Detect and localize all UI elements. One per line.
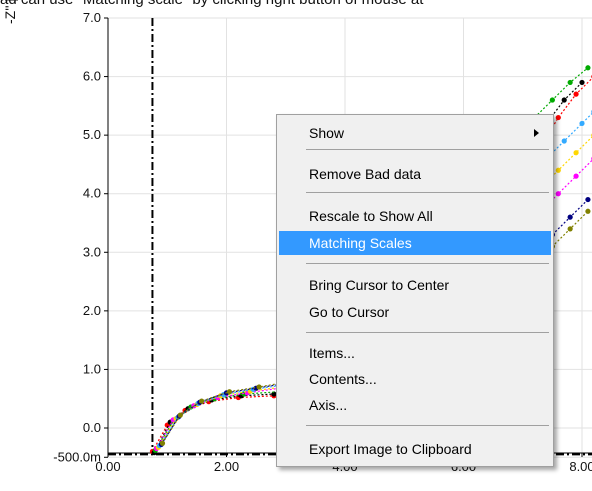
y-tick-label: 7.0	[83, 10, 101, 25]
menu-separator	[306, 332, 549, 333]
context-menu: Show Remove Bad data Rescale to Show All…	[276, 114, 554, 467]
data-point	[567, 79, 573, 86]
y-tick-label: -500.0m	[53, 449, 101, 464]
data-point	[567, 214, 573, 220]
data-point	[199, 398, 205, 404]
menu-item-label: Remove Bad data	[309, 166, 422, 182]
y-tick-label: 1.0	[83, 361, 101, 376]
y-tick-label: 2.0	[83, 303, 101, 318]
menu-separator	[306, 149, 549, 150]
y-tick-label: 4.0	[83, 186, 101, 201]
menu-item-export-image-to-clipboard[interactable]: Export Image to Clipboard	[279, 437, 551, 461]
menu-item-matching-scales[interactable]: Matching Scales	[279, 231, 551, 255]
menu-item-items[interactable]: Items...	[279, 341, 551, 365]
y-tick-label: 0.0	[83, 420, 101, 435]
x-tick-label: 2.00	[214, 459, 239, 474]
data-point	[573, 91, 579, 97]
menu-item-rescale-to-show-all[interactable]: Rescale to Show All	[279, 204, 551, 228]
submenu-arrow-icon	[534, 129, 539, 137]
menu-item-label: Matching Scales	[309, 235, 412, 251]
menu-item-label: Go to Cursor	[309, 304, 390, 320]
menu-item-label: Rescale to Show All	[309, 208, 433, 224]
data-point	[555, 114, 561, 121]
menu-item-remove-bad-data[interactable]: Remove Bad data	[279, 162, 551, 186]
data-point	[573, 173, 579, 179]
y-tick-label: 5.0	[83, 127, 101, 142]
menu-item-label: Export Image to Clipboard	[309, 441, 472, 457]
menu-separator	[306, 263, 549, 264]
menu-separator	[306, 192, 549, 193]
menu-item-label: Bring Cursor to Center	[309, 277, 450, 293]
menu-item-show[interactable]: Show	[279, 121, 551, 145]
menu-item-label: Items...	[309, 345, 355, 361]
data-point	[159, 440, 166, 446]
data-point	[561, 138, 567, 144]
menu-item-axis[interactable]: Axis...	[279, 393, 551, 417]
menu-item-contents[interactable]: Contents...	[279, 367, 551, 391]
y-tick-label: 3.0	[83, 244, 101, 259]
menu-item-bring-cursor-to-center[interactable]: Bring Cursor to Center	[279, 273, 551, 297]
data-point	[585, 196, 591, 203]
data-point	[567, 226, 573, 232]
menu-item-label: Axis...	[309, 397, 348, 413]
data-point	[226, 389, 233, 395]
menu-item-show-label: Show	[309, 125, 345, 141]
data-point	[549, 97, 555, 103]
data-point	[573, 150, 579, 156]
data-point	[579, 79, 585, 86]
data-point	[555, 191, 561, 197]
data-point	[585, 208, 591, 214]
data-point	[555, 167, 561, 173]
x-tick-label: 8.00	[569, 459, 592, 474]
menu-item-label: Contents...	[309, 371, 377, 387]
data-point	[177, 412, 183, 418]
data-point	[585, 65, 591, 71]
menu-separator	[306, 425, 549, 426]
x-tick-label: 0.00	[95, 459, 120, 474]
menu-item-go-to-cursor[interactable]: Go to Cursor	[279, 300, 551, 324]
y-tick-label: 6.0	[83, 69, 101, 84]
data-point	[256, 384, 262, 390]
data-point	[579, 120, 585, 127]
data-point	[561, 97, 567, 103]
